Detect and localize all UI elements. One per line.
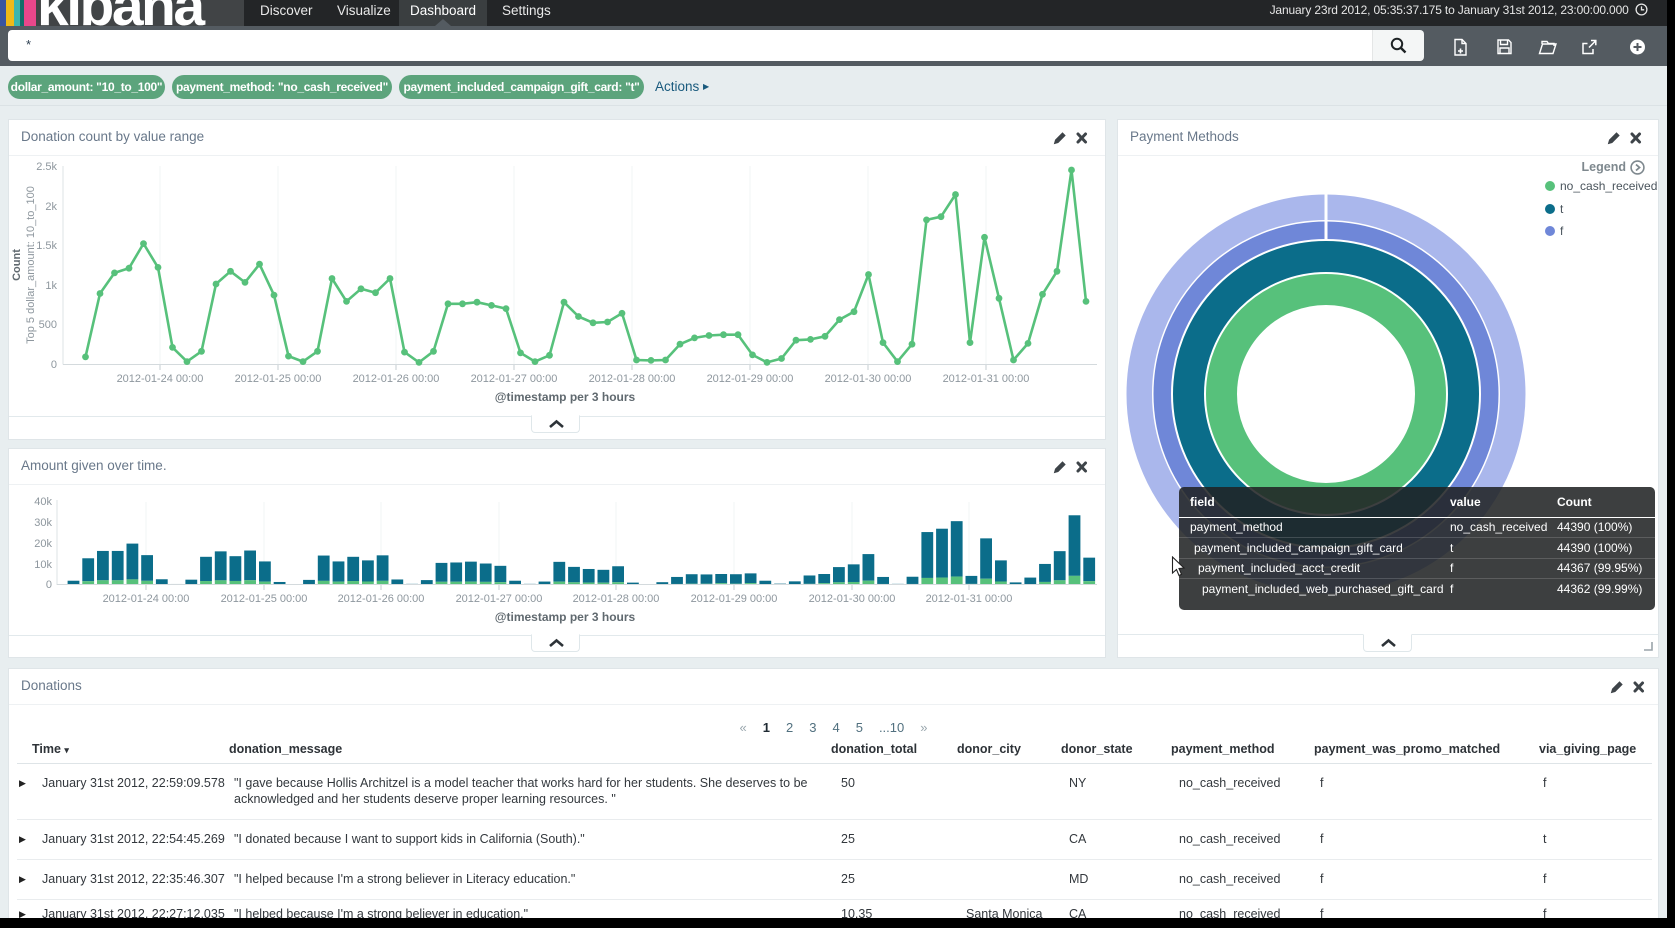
svg-text:2012-01-27 00:00: 2012-01-27 00:00: [456, 593, 543, 605]
svg-text:2012-01-26 00:00: 2012-01-26 00:00: [353, 373, 440, 385]
svg-text:2012-01-30 00:00: 2012-01-30 00:00: [825, 373, 912, 385]
svg-text:2012-01-28 00:00: 2012-01-28 00:00: [573, 593, 660, 605]
svg-text:2012-01-30 00:00: 2012-01-30 00:00: [809, 593, 896, 605]
svg-text:30k: 30k: [34, 517, 52, 529]
svg-text:40k: 40k: [34, 496, 52, 508]
svg-text:2012-01-28 00:00: 2012-01-28 00:00: [589, 373, 676, 385]
svg-text:2012-01-31 00:00: 2012-01-31 00:00: [926, 593, 1013, 605]
svg-text:2012-01-24 00:00: 2012-01-24 00:00: [117, 373, 204, 385]
svg-text:2012-01-24 00:00: 2012-01-24 00:00: [103, 593, 190, 605]
svg-text:0: 0: [46, 579, 52, 591]
svg-text:2012-01-29 00:00: 2012-01-29 00:00: [707, 373, 794, 385]
svg-text:1k: 1k: [45, 280, 57, 292]
svg-text:@timestamp per 3 hours: @timestamp per 3 hours: [495, 390, 636, 404]
svg-text:0: 0: [51, 359, 57, 371]
svg-text:2.5k: 2.5k: [36, 161, 57, 173]
svg-text:2012-01-29 00:00: 2012-01-29 00:00: [691, 593, 778, 605]
svg-text:2012-01-25 00:00: 2012-01-25 00:00: [235, 373, 322, 385]
svg-text:2012-01-27 00:00: 2012-01-27 00:00: [471, 373, 558, 385]
svg-text:2012-01-26 00:00: 2012-01-26 00:00: [338, 593, 425, 605]
svg-text:20k: 20k: [34, 538, 52, 550]
svg-text:10k: 10k: [34, 559, 52, 571]
svg-text:Count: Count: [11, 249, 23, 281]
svg-text:Top 5 dollar_amount: 10_to_100: Top 5 dollar_amount: 10_to_100: [25, 186, 37, 344]
svg-text:2012-01-31 00:00: 2012-01-31 00:00: [943, 373, 1030, 385]
svg-text:2k: 2k: [45, 201, 57, 213]
svg-text:500: 500: [39, 319, 57, 331]
svg-text:@timestamp per 3 hours: @timestamp per 3 hours: [495, 610, 636, 624]
svg-text:2012-01-25 00:00: 2012-01-25 00:00: [221, 593, 308, 605]
svg-text:1.5k: 1.5k: [36, 240, 57, 252]
